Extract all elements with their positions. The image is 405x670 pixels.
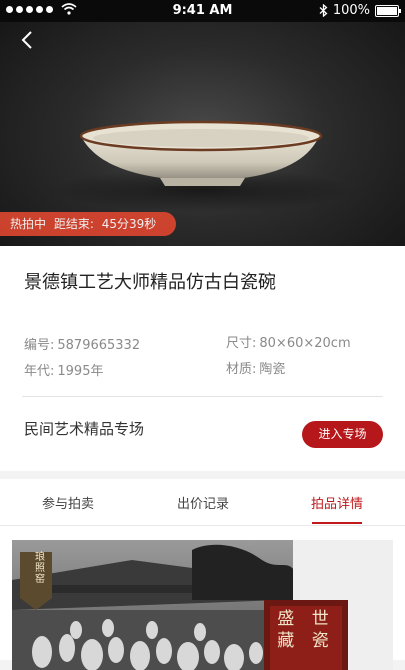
- item-title: 景德镇工艺大师精品仿古白瓷碗: [24, 272, 276, 293]
- countdown-value: 45分39秒: [101, 217, 157, 231]
- enter-topic-button[interactable]: 进入专场: [302, 421, 383, 448]
- auction-status: 热拍中: [10, 217, 47, 231]
- item-size: 尺寸: 80×60×20cm: [226, 336, 351, 351]
- hero-image: [0, 0, 405, 246]
- status-bar: 9:41 AM 100%: [0, 0, 405, 22]
- active-tab-indicator: [312, 522, 362, 524]
- detail-image: 琅 照 窑 盛 世 藏 瓷: [12, 540, 393, 670]
- item-number: 编号: 5879665332: [24, 338, 141, 353]
- countdown-badge: 热拍中 距结束: 45分39秒: [0, 212, 177, 236]
- item-material: 材质: 陶瓷: [226, 362, 286, 377]
- tab-bar: 参与拍卖 出价记录 拍品详情: [0, 479, 405, 526]
- divider: [22, 396, 383, 397]
- tab-bid-history[interactable]: 出价记录: [175, 493, 231, 512]
- topic-name: 民间艺术精品专场: [24, 420, 145, 438]
- detail-section: 琅 照 窑 盛 世 藏 瓷: [0, 526, 405, 670]
- bowl-photo: [53, 120, 353, 212]
- battery-percent: 100%: [332, 3, 370, 18]
- item-info-card: 景德镇工艺大师精品仿古白瓷碗 编号: 5879665332 尺寸: 80×60×20…: [0, 246, 405, 471]
- tab-item-details[interactable]: 拍品详情: [309, 493, 365, 512]
- item-year: 年代: 1995年: [24, 364, 104, 379]
- countdown-prefix: 距结束:: [53, 217, 94, 231]
- back-arrow-icon[interactable]: [16, 28, 40, 52]
- bluetooth-icon: [319, 4, 328, 17]
- seal-text: 琅 照 窑: [35, 552, 45, 585]
- battery-icon: [375, 4, 401, 17]
- tab-participate[interactable]: 参与拍卖: [40, 493, 96, 512]
- stamp-text: 盛 世 藏 瓷: [277, 609, 335, 651]
